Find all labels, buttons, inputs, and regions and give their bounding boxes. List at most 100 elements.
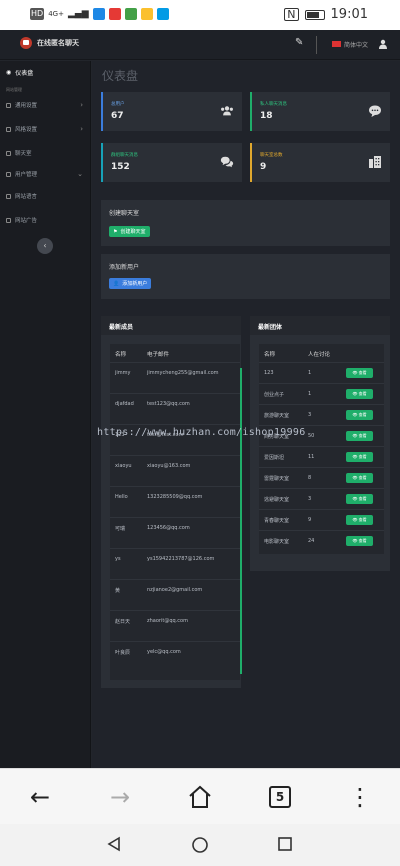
tabs-button[interactable]: 5 xyxy=(269,786,291,808)
view-group-button[interactable]: 👁 查看 xyxy=(346,473,373,483)
member-email: 123456@qq.com xyxy=(147,525,190,531)
panel-title: 添加新用户 xyxy=(109,264,140,271)
member-email: 1323285509@qq.com xyxy=(147,494,203,500)
sidebar-item-site-ads[interactable]: 网站广告 xyxy=(0,213,91,227)
chat-bubble-icon xyxy=(369,105,381,117)
sidebar-item-label: 用户管理 xyxy=(15,172,38,178)
chevron-down-icon: ⌄ xyxy=(77,170,83,178)
nav-recents-icon[interactable] xyxy=(277,836,293,852)
table-row: 雷霆聊天室 8 👁 查看 xyxy=(259,467,384,488)
sidebar: ◉ 仪表盘 网站管理 通用设置 › 风格设置 › 聊天室 用户管理 ⌄ 网站语言… xyxy=(0,61,91,768)
status-time: 19:01 xyxy=(330,7,368,22)
nfc-icon: N xyxy=(284,8,299,21)
members-table: 名称 电子邮件 jimmy jimmycheng255@gmail.com djaf… xyxy=(110,344,240,680)
table-row: 青春聊天室 9 👁 查看 xyxy=(259,509,384,530)
table-row: djafdad test123@qq.com xyxy=(110,393,240,414)
stat-label: 总用户 xyxy=(111,102,125,107)
group-name: 创业点子 xyxy=(264,392,285,398)
nav-back-icon[interactable] xyxy=(106,836,122,852)
panel-title: 最新团体 xyxy=(250,316,390,335)
member-email: ys15942213787@126.com xyxy=(147,556,215,562)
forward-arrow-icon[interactable]: → xyxy=(106,783,134,811)
group-member-count: 9 xyxy=(308,517,312,523)
stat-label: 群组聊天消息 xyxy=(111,153,138,158)
member-email: nzjianoe2@gmail.com xyxy=(147,587,203,593)
view-group-button[interactable]: 👁 查看 xyxy=(346,515,373,525)
view-group-button[interactable]: 👁 查看 xyxy=(346,389,373,399)
view-group-button[interactable]: 👁 查看 xyxy=(346,431,373,441)
table-row: ys ys15942213787@126.com xyxy=(110,548,240,569)
group-name: 电影聊天室 xyxy=(264,539,290,545)
group-member-count: 1 xyxy=(308,370,312,376)
sidebar-item-label: 网站语言 xyxy=(15,194,38,200)
building-icon xyxy=(369,156,381,168)
sidebar-item-label: 风格设置 xyxy=(15,127,38,133)
browser-toolbar: ← → 5 ⋮ xyxy=(0,768,400,824)
member-name: Hello xyxy=(115,494,128,500)
sidebar-item-dashboard[interactable]: ◉ 仪表盘 xyxy=(0,65,91,79)
language-selector[interactable]: 简体中文 xyxy=(344,40,368,49)
add-user-button[interactable]: 👤 添加新用户 xyxy=(109,278,152,289)
view-group-button[interactable]: 👁 查看 xyxy=(346,452,373,462)
brand-name: 在线匿名聊天 xyxy=(37,39,79,47)
sidebar-item-chatrooms[interactable]: 聊天室 xyxy=(0,146,91,160)
sidebar-collapse-button[interactable]: ‹ xyxy=(37,238,53,254)
user-plus-icon: 👤 xyxy=(113,280,120,287)
dashboard-icon: ◉ xyxy=(6,68,12,76)
status-right: N 19:01 xyxy=(284,7,368,22)
view-group-button[interactable]: 👁 查看 xyxy=(346,494,373,504)
panel-title: 创建聊天室 xyxy=(109,210,140,217)
user-group-icon xyxy=(6,171,11,177)
table-row: jimmy jimmycheng255@gmail.com xyxy=(110,362,240,383)
main-content: 仪表盘 总用户 67 私人聊天消息 18 群组聊天消息 152 聊天室总数 9 xyxy=(92,61,400,768)
users-icon xyxy=(221,106,233,116)
stat-value: 9 xyxy=(260,162,267,172)
member-email: yelc@qq.com xyxy=(147,649,181,655)
sidebar-item-site-language[interactable]: 网站语言 xyxy=(0,189,91,203)
group-member-count: 3 xyxy=(308,412,312,418)
view-group-button[interactable]: 👁 查看 xyxy=(346,536,373,546)
edit-icon[interactable]: ✎ xyxy=(295,38,305,48)
header-divider xyxy=(316,36,317,54)
button-label: 创建聊天室 xyxy=(120,229,146,235)
stat-value: 67 xyxy=(111,111,124,121)
member-email: test123@qq.com xyxy=(147,401,190,407)
sidebar-item-user-management[interactable]: 用户管理 ⌄ xyxy=(0,167,91,181)
view-group-button[interactable]: 👁 查看 xyxy=(346,410,373,420)
china-flag-icon xyxy=(332,41,341,47)
sidebar-item-label: 通用设置 xyxy=(15,103,38,109)
more-menu-icon[interactable]: ⋮ xyxy=(346,783,374,811)
column-header: 名称 xyxy=(115,352,127,358)
user-icon[interactable] xyxy=(378,39,388,49)
group-name: 旅游聊天室 xyxy=(264,413,290,419)
sidebar-item-general-settings[interactable]: 通用设置 › xyxy=(0,98,91,112)
sidebar-item-label: 聊天室 xyxy=(15,151,32,157)
palette-icon xyxy=(6,126,11,132)
sidebar-item-style-settings[interactable]: 风格设置 › xyxy=(0,122,91,136)
app-icon-2 xyxy=(108,8,121,20)
sidebar-item-label: 网站广告 xyxy=(15,218,38,224)
nav-home-icon[interactable] xyxy=(191,836,209,854)
battery-icon xyxy=(304,9,325,20)
view-group-button[interactable]: 👁 查看 xyxy=(346,368,373,378)
group-member-count: 11 xyxy=(308,454,315,460)
create-chatroom-button[interactable]: ⚑ 创建聊天室 xyxy=(109,226,150,237)
brand[interactable]: 在线匿名聊天 xyxy=(20,37,79,49)
group-name: 雷霆聊天室 xyxy=(264,476,290,482)
back-arrow-icon[interactable]: ← xyxy=(26,783,54,811)
member-name: 赵日天 xyxy=(115,619,131,625)
member-name: 黄 xyxy=(115,588,121,594)
home-icon[interactable] xyxy=(186,783,214,811)
network-label: 4G+ xyxy=(48,10,64,18)
table-row: 叶良辰 yelc@qq.com xyxy=(110,641,240,662)
member-name: jimmy xyxy=(115,370,131,376)
member-name: ys xyxy=(115,556,121,562)
gear-icon xyxy=(6,102,11,108)
group-name: 123 xyxy=(264,370,274,376)
status-bar: HD 4G+ ▂▄▆ N 19:01 xyxy=(0,0,400,30)
add-user-panel: 添加新用户 👤 添加新用户 xyxy=(101,254,390,299)
column-header: 人在讨论 xyxy=(308,352,331,358)
group-name: 青春聊天室 xyxy=(264,518,290,524)
status-left-icons: HD 4G+ ▂▄▆ xyxy=(30,8,169,20)
group-name: 逃避聊天室 xyxy=(264,497,290,503)
